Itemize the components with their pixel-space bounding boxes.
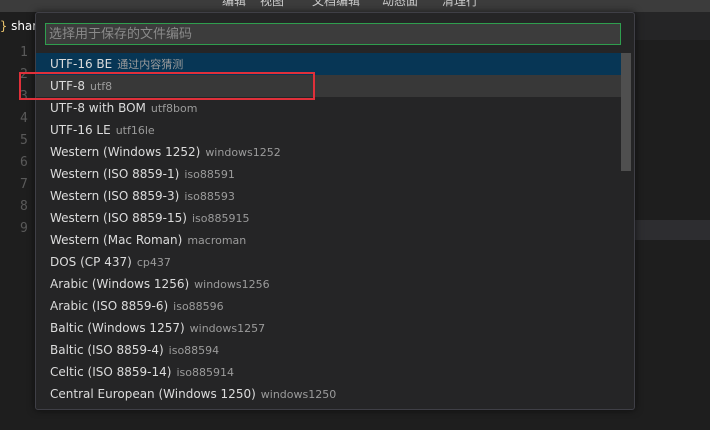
list-item[interactable]: Western (Windows 1252) windows1252 <box>36 141 622 163</box>
line-number: 7 <box>20 177 28 192</box>
item-description: windows1250 <box>260 388 337 401</box>
menu-item-dynamic[interactable]: 动态面 <box>382 0 418 9</box>
item-label: Arabic (Windows 1256) <box>50 277 190 291</box>
list-item[interactable]: UTF-16 LE utf16le <box>36 119 622 141</box>
item-description: windows1252 <box>205 146 281 159</box>
encoding-quick-pick: UTF-16 BE 通过内容猜测 UTF-8 utf8 UTF-8 with BOM… <box>35 12 635 410</box>
item-label: Central European (Windows 1250) <box>50 387 256 401</box>
list-item[interactable]: Western (ISO 8859-1) iso88591 <box>36 163 622 185</box>
list-item[interactable]: Western (Mac Roman) macroman <box>36 229 622 251</box>
item-description: iso885915 <box>191 212 250 225</box>
line-number: 9 <box>20 221 28 236</box>
item-description: utf8 <box>89 80 113 93</box>
list-item[interactable]: Central European (Windows 1250) windows12… <box>36 383 622 405</box>
line-number: 1 <box>20 45 28 60</box>
item-description: iso88596 <box>173 300 224 313</box>
line-number: 4 <box>20 111 28 126</box>
list-item[interactable]: Baltic (ISO 8859-4) iso88594 <box>36 339 622 361</box>
current-line-highlight <box>630 220 710 240</box>
list-item[interactable]: Baltic (Windows 1257) windows1257 <box>36 317 622 339</box>
item-description: iso88593 <box>184 190 235 203</box>
item-description: iso88594 <box>168 344 220 357</box>
list-item[interactable]: Western (ISO 8859-15) iso885915 <box>36 207 622 229</box>
item-description: utf16le <box>115 124 155 137</box>
tab-label: shar <box>11 19 38 33</box>
item-label: Western (ISO 8859-15) <box>50 211 187 225</box>
line-number: 6 <box>20 155 28 170</box>
item-description: cp437 <box>136 256 171 269</box>
item-label: Western (Windows 1252) <box>50 145 201 159</box>
braces-file-icon: } <box>0 19 8 33</box>
item-label: Arabic (ISO 8859-6) <box>50 299 169 313</box>
item-description: macroman <box>187 234 247 247</box>
item-label: Western (ISO 8859-3) <box>50 189 180 203</box>
list-item[interactable]: UTF-8 utf8 <box>36 75 622 97</box>
menubar: 编辑 视图 文档编辑 动态面 清理行 <box>0 0 710 12</box>
list-item[interactable]: Arabic (Windows 1256) windows1256 <box>36 273 622 295</box>
item-label: UTF-8 <box>50 79 85 93</box>
encoding-list: UTF-16 BE 通过内容猜测 UTF-8 utf8 UTF-8 with BOM… <box>36 53 622 405</box>
item-description: windows1256 <box>194 278 270 291</box>
list-item[interactable]: Celtic (ISO 8859-14) iso885914 <box>36 361 622 383</box>
list-scrollbar[interactable] <box>621 53 631 171</box>
menu-item-edit[interactable]: 编辑 <box>222 0 246 9</box>
item-label: UTF-8 with BOM <box>50 101 146 115</box>
line-number: 2 <box>20 67 28 82</box>
list-item[interactable]: UTF-16 BE 通过内容猜测 <box>36 53 622 75</box>
menu-item-document[interactable]: 文档编辑 <box>312 0 360 9</box>
item-description: windows1257 <box>189 322 266 335</box>
item-label: DOS (CP 437) <box>50 255 132 269</box>
menu-item-view[interactable]: 视图 <box>260 0 284 9</box>
list-item[interactable]: Western (ISO 8859-3) iso88593 <box>36 185 622 207</box>
item-label: UTF-16 BE <box>50 57 113 71</box>
line-number: 3 <box>20 89 28 104</box>
menu-item-cleanup[interactable]: 清理行 <box>442 0 478 9</box>
line-number: 8 <box>20 199 28 214</box>
item-label: Western (ISO 8859-1) <box>50 167 180 181</box>
item-description: 通过内容猜测 <box>117 58 184 71</box>
item-label: Baltic (ISO 8859-4) <box>50 343 164 357</box>
list-item[interactable]: Arabic (ISO 8859-6) iso88596 <box>36 295 622 317</box>
editor-window: 编辑 视图 文档编辑 动态面 清理行 } shar 1 2 3 4 5 6 7 … <box>0 0 710 430</box>
list-item[interactable]: DOS (CP 437) cp437 <box>36 251 622 273</box>
item-description: iso885914 <box>176 366 234 379</box>
item-label: Celtic (ISO 8859-14) <box>50 365 172 379</box>
line-number: 5 <box>20 133 28 148</box>
list-item[interactable]: UTF-8 with BOM utf8bom <box>36 97 622 119</box>
item-label: Baltic (Windows 1257) <box>50 321 185 335</box>
encoding-search-input[interactable] <box>45 23 621 45</box>
item-label: Western (Mac Roman) <box>50 233 183 247</box>
item-label: UTF-16 LE <box>50 123 111 137</box>
item-description: utf8bom <box>150 102 198 115</box>
item-description: iso88591 <box>184 168 235 181</box>
